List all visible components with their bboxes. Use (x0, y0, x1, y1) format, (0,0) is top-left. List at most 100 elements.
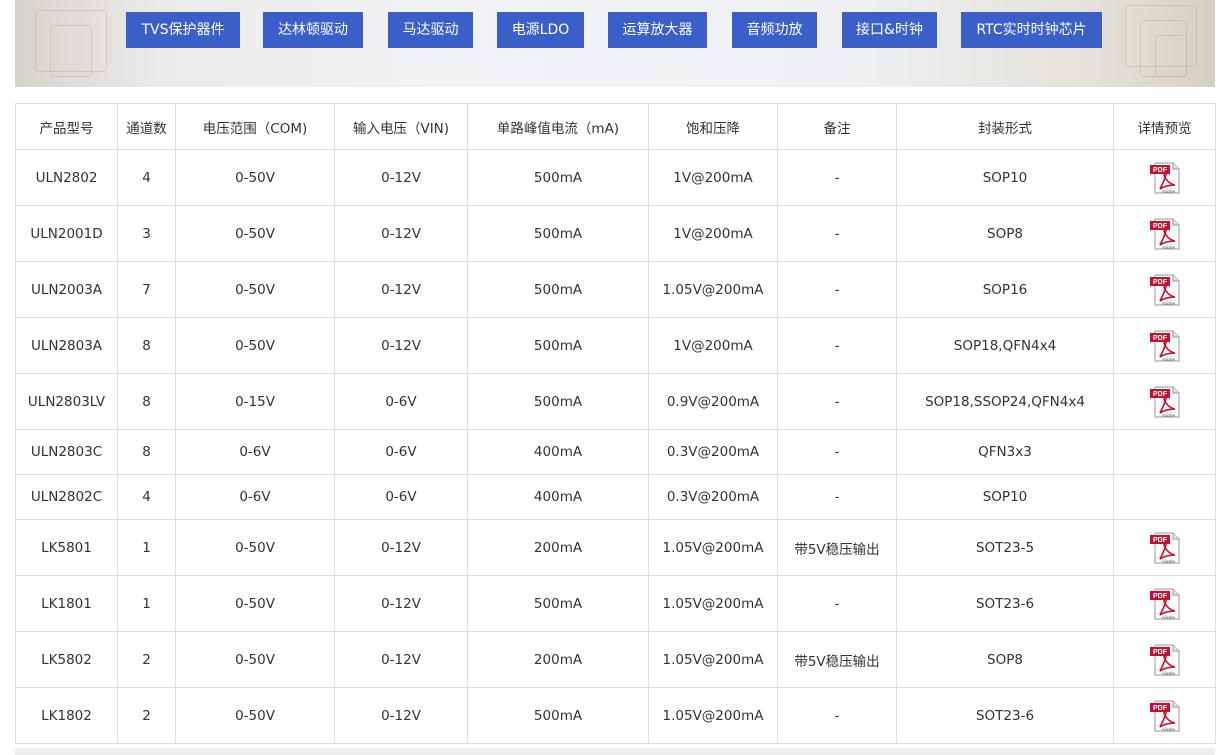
cell-note: - (777, 687, 897, 744)
cell-preview (1113, 429, 1216, 475)
cell-preview: PDF Adobe (1113, 519, 1216, 576)
cell-channels: 2 (117, 687, 176, 744)
nav-ldo[interactable]: 电源LDO (497, 12, 584, 48)
pdf-icon[interactable]: PDFAdobe (1147, 643, 1183, 677)
pdf-icon[interactable]: PDFAdobe (1147, 329, 1183, 363)
cell-voltage-vin: 0-12V (334, 631, 468, 688)
pdf-icon[interactable]: PDFAdobe (1147, 531, 1183, 565)
cell-voltage-vin: 0-12V (334, 519, 468, 576)
cell-package: SOT23-6 (896, 687, 1114, 744)
cell-model: LK5802 (15, 631, 118, 688)
cell-voltage-vin: 0-12V (334, 205, 468, 262)
cell-voltage-com: 0-50V (175, 261, 335, 318)
cell-voltage-vin: 0-12V (334, 317, 468, 374)
cell-voltage-com: 0-50V (175, 317, 335, 374)
cell-preview (1113, 474, 1216, 520)
table-body: ULN2802 4 0-50V 0-12V 500mA 1V@200mA - SOP10 PDF… (15, 149, 1216, 744)
cell-peak-current: 400mA (467, 474, 649, 520)
cell-preview: PDF Adobe (1113, 205, 1216, 262)
cell-peak-current: 500mA (467, 317, 649, 374)
table-row: LK1801 1 0-50V 0-12V 500mA 1.05V@200mA - SOT23-… (15, 575, 1216, 632)
header-saturation-voltage: 饱和压降 (648, 103, 778, 150)
cell-peak-current: 200mA (467, 519, 649, 576)
cell-note: - (777, 429, 897, 475)
product-table: 产品型号 通道数 电压范围（COM) 输入电压（VIN) 单路峰值电流（mA) … (15, 103, 1216, 744)
nav-darlington[interactable]: 达林顿驱动 (263, 12, 363, 48)
cell-channels: 1 (117, 519, 176, 576)
pdf-icon[interactable]: PDFAdobe (1147, 587, 1183, 621)
svg-text:Adobe: Adobe (1161, 727, 1175, 732)
pdf-icon[interactable]: PDFAdobe (1147, 217, 1183, 251)
table-row: ULN2803C 8 0-6V 0-6V 400mA 0.3V@200mA - QFN3x3 (15, 429, 1216, 475)
nav-tvs[interactable]: TVS保护器件 (126, 12, 240, 48)
cell-model: ULN2001D (15, 205, 118, 262)
cell-saturation-voltage: 1.05V@200mA (648, 631, 778, 688)
cell-peak-current: 200mA (467, 631, 649, 688)
cell-voltage-vin: 0-6V (334, 373, 468, 430)
cell-channels: 1 (117, 575, 176, 632)
pdf-icon[interactable]: PDFAdobe (1147, 273, 1183, 307)
cell-package: SOP18,SSOP24,QFN4x4 (896, 373, 1114, 430)
cell-voltage-vin: 0-6V (334, 474, 468, 520)
table-row: ULN2802C 4 0-6V 0-6V 400mA 0.3V@200mA - SOP10 (15, 474, 1216, 520)
cell-channels: 8 (117, 373, 176, 430)
cell-preview: PDF Adobe (1113, 575, 1216, 632)
cell-preview: PDF Adobe (1113, 317, 1216, 374)
svg-text:Adobe: Adobe (1161, 357, 1175, 362)
header-channels: 通道数 (117, 103, 176, 150)
svg-text:Adobe: Adobe (1161, 301, 1175, 306)
cell-voltage-vin: 0-12V (334, 149, 468, 206)
cell-package: SOP16 (896, 261, 1114, 318)
cell-voltage-vin: 0-12V (334, 261, 468, 318)
cell-peak-current: 500mA (467, 687, 649, 744)
table-row: ULN2803LV 8 0-15V 0-6V 500mA 0.9V@200mA - SOP18… (15, 373, 1216, 430)
cell-preview: PDF Adobe (1113, 373, 1216, 430)
cell-saturation-voltage: 1V@200mA (648, 205, 778, 262)
pdf-icon[interactable]: PDFAdobe (1147, 161, 1183, 195)
table-row: LK5801 1 0-50V 0-12V 200mA 1.05V@200mA 带5V稳压输出… (15, 519, 1216, 576)
nav-interface-clock[interactable]: 接口&时钟 (842, 12, 937, 48)
cell-saturation-voltage: 1V@200mA (648, 317, 778, 374)
table-row: LK5802 2 0-50V 0-12V 200mA 1.05V@200mA 带5V稳压输出… (15, 631, 1216, 688)
cell-peak-current: 500mA (467, 205, 649, 262)
cell-voltage-com: 0-50V (175, 687, 335, 744)
table-header-row: 产品型号 通道数 电压范围（COM) 输入电压（VIN) 单路峰值电流（mA) … (15, 103, 1216, 150)
header-preview: 详情预览 (1113, 103, 1216, 150)
table-row: ULN2802 4 0-50V 0-12V 500mA 1V@200mA - SOP10 PDF… (15, 149, 1216, 206)
header-package: 封装形式 (896, 103, 1114, 150)
cell-model: ULN2802 (15, 149, 118, 206)
cell-saturation-voltage: 1.05V@200mA (648, 261, 778, 318)
cell-model: LK1801 (15, 575, 118, 632)
cell-channels: 7 (117, 261, 176, 318)
svg-text:Adobe: Adobe (1161, 189, 1175, 194)
cell-package: SOP18,QFN4x4 (896, 317, 1114, 374)
cell-voltage-com: 0-50V (175, 631, 335, 688)
pdf-icon[interactable]: PDFAdobe (1147, 385, 1183, 419)
cell-note: - (777, 261, 897, 318)
cell-model: LK1802 (15, 687, 118, 744)
cell-note: 带5V稳压输出 (777, 519, 897, 576)
cell-model: ULN2803LV (15, 373, 118, 430)
svg-text:Adobe: Adobe (1161, 245, 1175, 250)
category-nav: TVS保护器件 达林顿驱动 马达驱动 电源LDO 运算放大器 音频功放 接口&时… (0, 12, 1221, 48)
svg-text:Adobe: Adobe (1161, 671, 1175, 676)
nav-rtc[interactable]: RTC实时时钟芯片 (961, 12, 1102, 48)
cell-note: - (777, 149, 897, 206)
cell-voltage-com: 0-15V (175, 373, 335, 430)
table-row: ULN2003A 7 0-50V 0-12V 500mA 1.05V@200mA - SOP1… (15, 261, 1216, 318)
cell-peak-current: 500mA (467, 149, 649, 206)
nav-audio-amp[interactable]: 音频功放 (732, 12, 817, 48)
cell-package: SOT23-5 (896, 519, 1114, 576)
cell-model: ULN2803C (15, 429, 118, 475)
header-note: 备注 (777, 103, 897, 150)
table-row: ULN2803A 8 0-50V 0-12V 500mA 1V@200mA - SOP18,Q… (15, 317, 1216, 374)
cell-peak-current: 500mA (467, 373, 649, 430)
pdf-icon[interactable]: PDFAdobe (1147, 699, 1183, 733)
nav-motor[interactable]: 马达驱动 (388, 12, 473, 48)
cell-preview: PDF Adobe (1113, 261, 1216, 318)
cell-channels: 4 (117, 149, 176, 206)
cell-voltage-com: 0-50V (175, 519, 335, 576)
cell-note: - (777, 317, 897, 374)
cell-channels: 3 (117, 205, 176, 262)
nav-opamp[interactable]: 运算放大器 (608, 12, 707, 48)
